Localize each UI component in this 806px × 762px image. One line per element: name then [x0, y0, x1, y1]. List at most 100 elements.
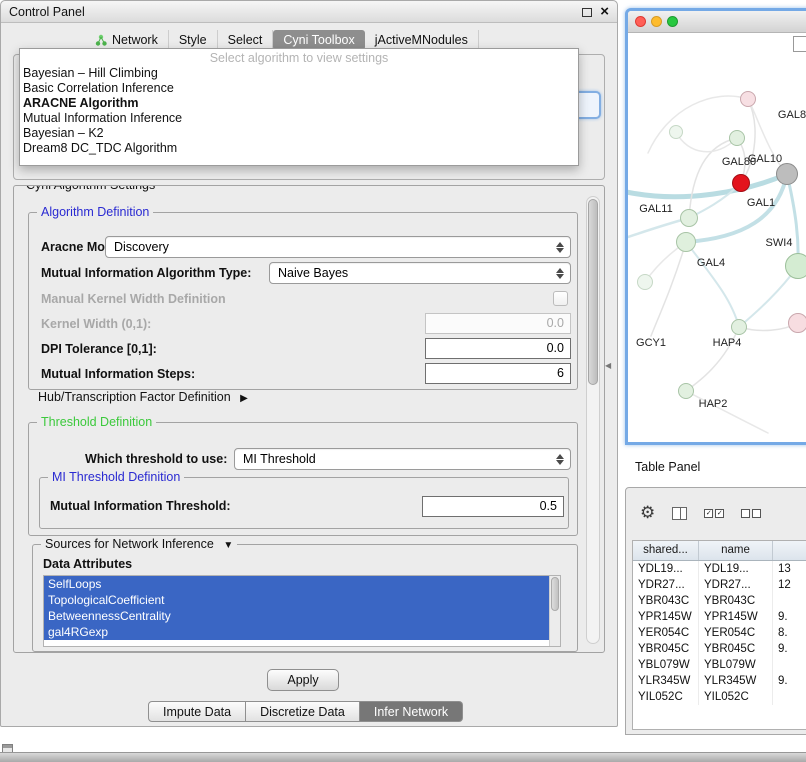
sources-toggle[interactable]: Sources for Network Inference ▼	[41, 537, 237, 551]
attribute-item-betweennesscentrality[interactable]: BetweennessCentrality	[44, 608, 549, 624]
network-node-label-hap4: HAP4	[713, 337, 742, 349]
algorithm-option-aracne-algorithm[interactable]: ARACNE Algorithm	[20, 96, 578, 111]
hub-definition-toggle[interactable]: Hub/Transcription Factor Definition ▶	[38, 390, 248, 404]
network-node[interactable]	[731, 319, 747, 335]
mi-type-select[interactable]: Naive Bayes	[269, 262, 571, 284]
close-traffic-light[interactable]	[635, 16, 646, 27]
table-cell: YDR27...	[633, 577, 699, 593]
scrollbar-thumb[interactable]	[588, 199, 598, 385]
network-node[interactable]	[732, 174, 750, 192]
attribute-item-topologicalcoefficient[interactable]: TopologicalCoefficient	[44, 592, 549, 608]
algorithm-option-bayesian-k2[interactable]: Bayesian – K2	[20, 126, 578, 141]
minimize-traffic-light[interactable]	[651, 16, 662, 27]
table-header: shared...name	[633, 541, 806, 561]
table-cell: 8.	[773, 625, 806, 641]
table-cell	[773, 689, 806, 705]
columns-icon[interactable]	[672, 507, 687, 520]
network-node[interactable]	[729, 130, 745, 146]
data-attributes-listbox: SelfLoopsTopologicalCoefficientBetweenne…	[43, 575, 561, 647]
gear-icon[interactable]: ⚙	[640, 502, 655, 524]
chevron-down-icon: ▼	[223, 540, 233, 551]
tab-style[interactable]: Style	[169, 30, 218, 50]
network-node[interactable]	[740, 91, 756, 107]
table-row[interactable]: YBR043CYBR043C	[633, 593, 806, 609]
settings-scrollbar[interactable]	[586, 196, 600, 644]
network-node[interactable]	[788, 313, 806, 333]
network-node[interactable]	[680, 209, 698, 227]
attribute-item-gal4rgexp[interactable]: gal4RGexp	[44, 624, 549, 640]
network-node[interactable]	[676, 232, 696, 252]
table-row[interactable]: YLR345WYLR345W9.	[633, 673, 806, 689]
kernel-width-field[interactable]: 0.0	[425, 313, 571, 334]
bottom-tab-discretize-data[interactable]: Discretize Data	[246, 701, 360, 722]
column-header[interactable]: shared...	[633, 541, 699, 560]
table-row[interactable]: YBR045CYBR045C9.	[633, 641, 806, 657]
zoom-traffic-light[interactable]	[667, 16, 678, 27]
mi-threshold-title: MI Threshold Definition	[48, 470, 184, 484]
select-all-checkboxes-icon[interactable]	[704, 509, 724, 518]
table-row[interactable]: YER054CYER054C8.	[633, 625, 806, 641]
tab-jactivemnodules[interactable]: jActiveMNodules	[365, 30, 479, 50]
table-toolbar: ⚙	[640, 502, 761, 524]
aracne-mode-select[interactable]: Discovery	[105, 236, 571, 258]
algorithm-dropdown-popup: Select algorithm to view settings Bayesi…	[19, 48, 579, 166]
algorithm-option-dream8-dc-tdc-algorithm[interactable]: Dream8 DC_TDC Algorithm	[20, 141, 578, 156]
which-threshold-value: MI Threshold	[243, 452, 316, 466]
network-node[interactable]	[785, 253, 806, 279]
manual-kernel-checkbox[interactable]	[553, 291, 568, 306]
float-window-icon[interactable]	[582, 8, 592, 17]
cyni-settings-group: Cyni Algorithm Settings Algorithm Defini…	[13, 185, 605, 653]
close-icon[interactable]: ×	[600, 1, 609, 23]
column-header[interactable]	[773, 541, 806, 560]
table-cell: YPR145W	[633, 609, 699, 625]
table-cell: YIL052C	[633, 689, 699, 705]
column-header[interactable]: name	[699, 541, 773, 560]
tab-select[interactable]: Select	[218, 30, 274, 50]
algorithm-option-basic-correlation-inference[interactable]: Basic Correlation Inference	[20, 81, 578, 96]
chevron-right-icon: ▶	[240, 393, 248, 404]
table-panel-window: ⚙ shared...name YDL19...YDL19...13YDR27.…	[625, 487, 806, 735]
control-panel-titlebar: Control Panel ×	[1, 1, 617, 23]
apply-button[interactable]: Apply	[267, 669, 339, 691]
network-node[interactable]	[678, 383, 694, 399]
network-node[interactable]	[776, 163, 798, 185]
table-row[interactable]: YBL079WYBL079W	[633, 657, 806, 673]
network-corner-widget[interactable]	[793, 36, 806, 52]
clear-checkboxes-icon[interactable]	[741, 509, 761, 518]
tab-cyni-toolbox[interactable]: Cyni Toolbox	[273, 30, 364, 50]
list-scrollbar[interactable]	[549, 576, 560, 646]
attribute-item-selfloops[interactable]: SelfLoops	[44, 576, 549, 592]
desktop: Control Panel × NetworkStyle Select Cyni T…	[0, 0, 806, 762]
network-node-label-gal8: GAL8	[778, 109, 806, 121]
table-cell: YBR043C	[699, 593, 773, 609]
table-cell: YBR045C	[699, 641, 773, 657]
manual-kernel-label: Manual Kernel Width Definition	[41, 292, 226, 306]
window-buttons: ×	[582, 1, 609, 23]
algorithm-prompt: Select algorithm to view settings	[20, 51, 578, 66]
mi-threshold-field[interactable]: 0.5	[422, 496, 564, 517]
aracne-mode-value: Discovery	[114, 240, 169, 254]
network-node[interactable]	[637, 274, 653, 290]
which-threshold-select[interactable]: MI Threshold	[234, 448, 571, 470]
table-row[interactable]: YDL19...YDL19...13	[633, 561, 806, 577]
table-cell: YER054C	[633, 625, 699, 641]
table-cell: YDL19...	[633, 561, 699, 577]
tab-label: Select	[228, 33, 263, 47]
network-node[interactable]	[669, 125, 683, 139]
network-canvas[interactable]: GAL8GAL80GAL10GAL11GAL1SWI4GAL4GCY1HAP4H…	[628, 33, 806, 442]
algorithm-option-bayesian-hill-climbing[interactable]: Bayesian – Hill Climbing	[20, 66, 578, 81]
data-attributes-label: Data Attributes	[43, 557, 132, 571]
table-row[interactable]: YDR27...YDR27...12	[633, 577, 806, 593]
mi-steps-field[interactable]: 6	[425, 363, 571, 384]
table-row[interactable]: YIL052CYIL052C	[633, 689, 806, 705]
bottom-tab-infer-network[interactable]: Infer Network	[360, 701, 463, 722]
table-cell: 9.	[773, 641, 806, 657]
dpi-tolerance-field[interactable]: 0.0	[425, 338, 571, 359]
bottom-tab-impute-data[interactable]: Impute Data	[148, 701, 246, 722]
tab-network[interactable]: Network	[85, 30, 169, 50]
scrollbar-thumb[interactable]	[551, 577, 559, 611]
table-row[interactable]: YPR145WYPR145W9.	[633, 609, 806, 625]
network-window-titlebar	[628, 11, 806, 33]
panel-collapse-arrow[interactable]: ◀	[605, 361, 611, 370]
algorithm-option-mutual-information-inference[interactable]: Mutual Information Inference	[20, 111, 578, 126]
